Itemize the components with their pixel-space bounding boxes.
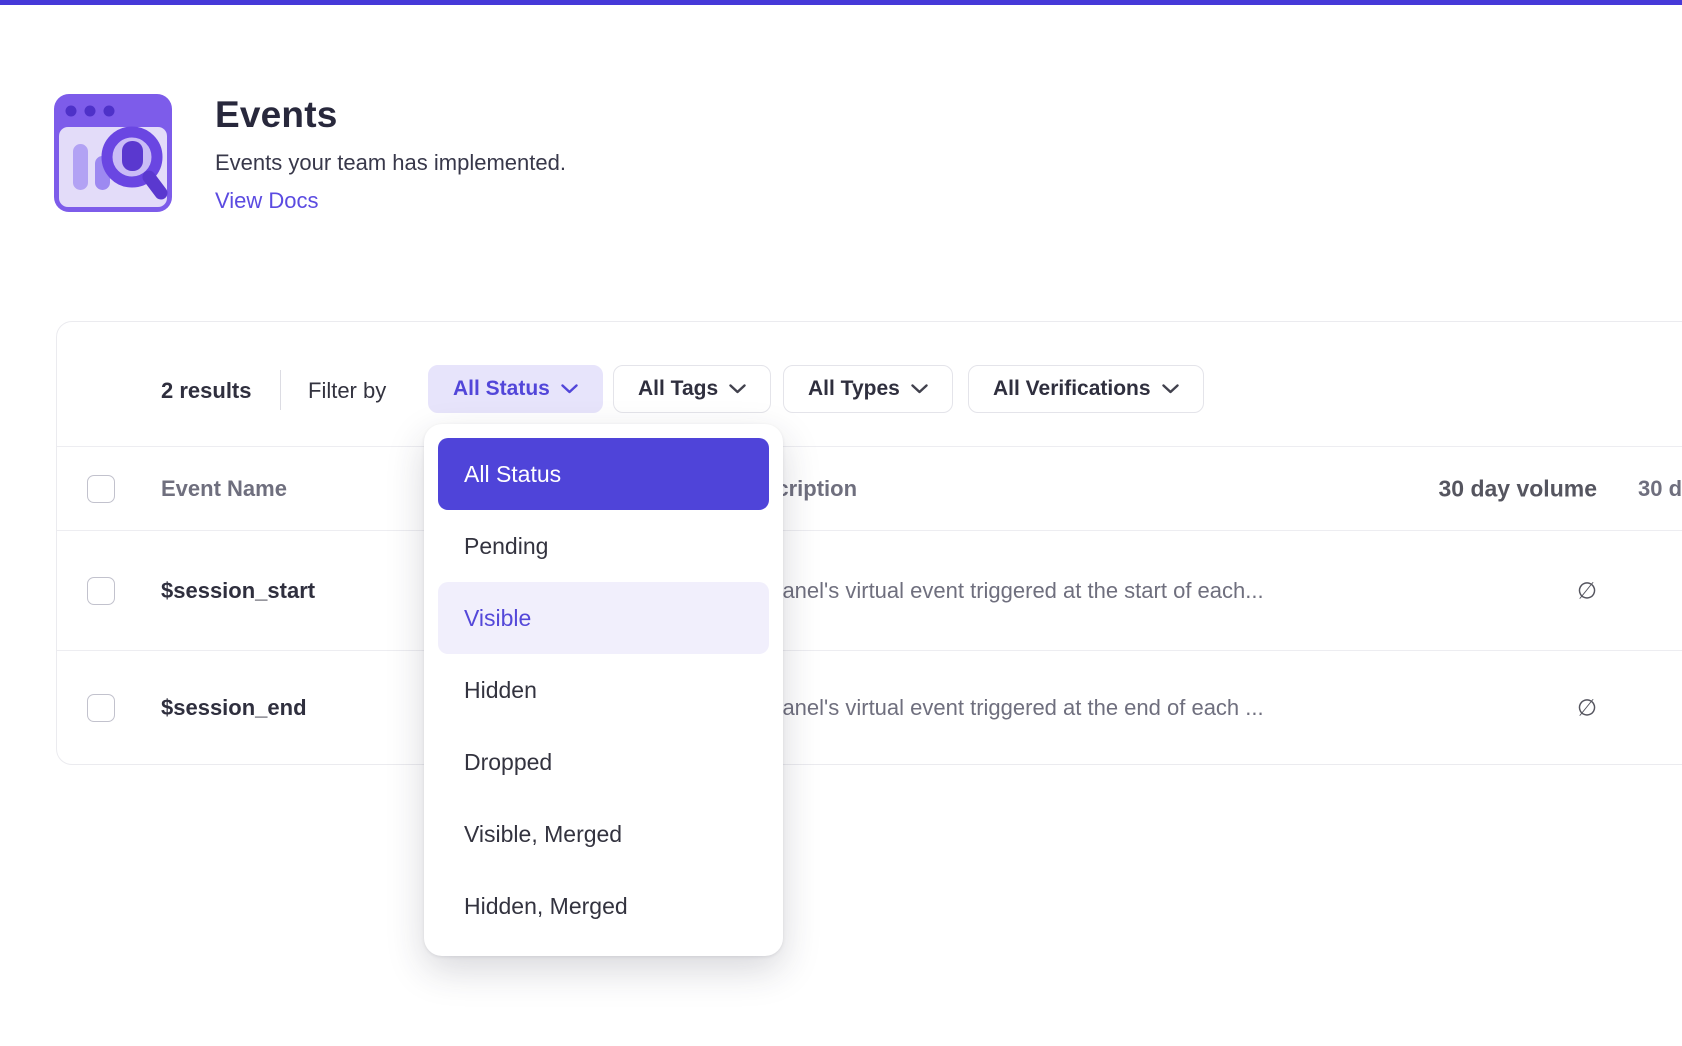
- column-header-event-name[interactable]: Event Name: [161, 476, 287, 502]
- verifications-filter-label: All Verifications: [993, 377, 1151, 401]
- row-checkbox[interactable]: [87, 694, 115, 722]
- event-name[interactable]: $session_end: [161, 695, 307, 721]
- types-filter-dropdown[interactable]: All Types: [783, 365, 953, 413]
- menu-item-all-status[interactable]: All Status: [438, 438, 769, 510]
- status-filter-label: All Status: [453, 377, 550, 401]
- types-filter-label: All Types: [808, 377, 900, 401]
- results-count: 2 results: [161, 378, 252, 404]
- event-30-day-volume: ∅: [1301, 577, 1597, 604]
- select-all-checkbox[interactable]: [87, 475, 115, 503]
- row-checkbox[interactable]: [87, 577, 115, 605]
- chevron-down-icon: [561, 384, 578, 394]
- chevron-down-icon: [911, 384, 928, 394]
- status-filter-dropdown[interactable]: All Status: [428, 365, 603, 413]
- menu-item-pending[interactable]: Pending: [438, 510, 769, 582]
- table-header-row: Event Name Description 30 day volume 30 …: [57, 446, 1682, 531]
- page-title: Events: [215, 94, 1115, 136]
- column-header-partial[interactable]: 30 d: [1638, 476, 1682, 502]
- top-accent-bar: [0, 0, 1682, 5]
- table-row[interactable]: $session_end Mixpanel's virtual event tr…: [57, 651, 1682, 765]
- view-docs-link[interactable]: View Docs: [215, 188, 319, 213]
- chevron-down-icon: [1162, 384, 1179, 394]
- menu-item-hidden[interactable]: Hidden: [438, 654, 769, 726]
- chevron-down-icon: [729, 384, 746, 394]
- event-30-day-volume: ∅: [1301, 695, 1597, 722]
- menu-item-visible[interactable]: Visible: [438, 582, 769, 654]
- verifications-filter-dropdown[interactable]: All Verifications: [968, 365, 1204, 413]
- filter-divider: [280, 370, 281, 410]
- events-app-icon: [54, 94, 172, 212]
- tags-filter-dropdown[interactable]: All Tags: [613, 365, 771, 413]
- menu-item-hidden-merged[interactable]: Hidden, Merged: [438, 870, 769, 942]
- tags-filter-label: All Tags: [638, 377, 718, 401]
- filter-by-label: Filter by: [308, 378, 386, 404]
- table-row[interactable]: $session_start Mixpanel's virtual event …: [57, 531, 1682, 651]
- column-header-30-day-volume[interactable]: 30 day volume: [1301, 475, 1597, 502]
- column-header-description[interactable]: Description: [736, 476, 1376, 502]
- menu-item-visible-merged[interactable]: Visible, Merged: [438, 798, 769, 870]
- filter-bar: 2 results Filter by All Status All Tags …: [57, 322, 1682, 446]
- events-card: 2 results Filter by All Status All Tags …: [56, 321, 1682, 765]
- menu-item-dropped[interactable]: Dropped: [438, 726, 769, 798]
- event-description: Mixpanel's virtual event triggered at th…: [736, 695, 1376, 721]
- status-dropdown-menu: All Status Pending Visible Hidden Droppe…: [424, 424, 783, 956]
- event-description: Mixpanel's virtual event triggered at th…: [736, 578, 1376, 604]
- event-name[interactable]: $session_start: [161, 578, 315, 604]
- page-subtitle: Events your team has implemented.: [215, 150, 1115, 176]
